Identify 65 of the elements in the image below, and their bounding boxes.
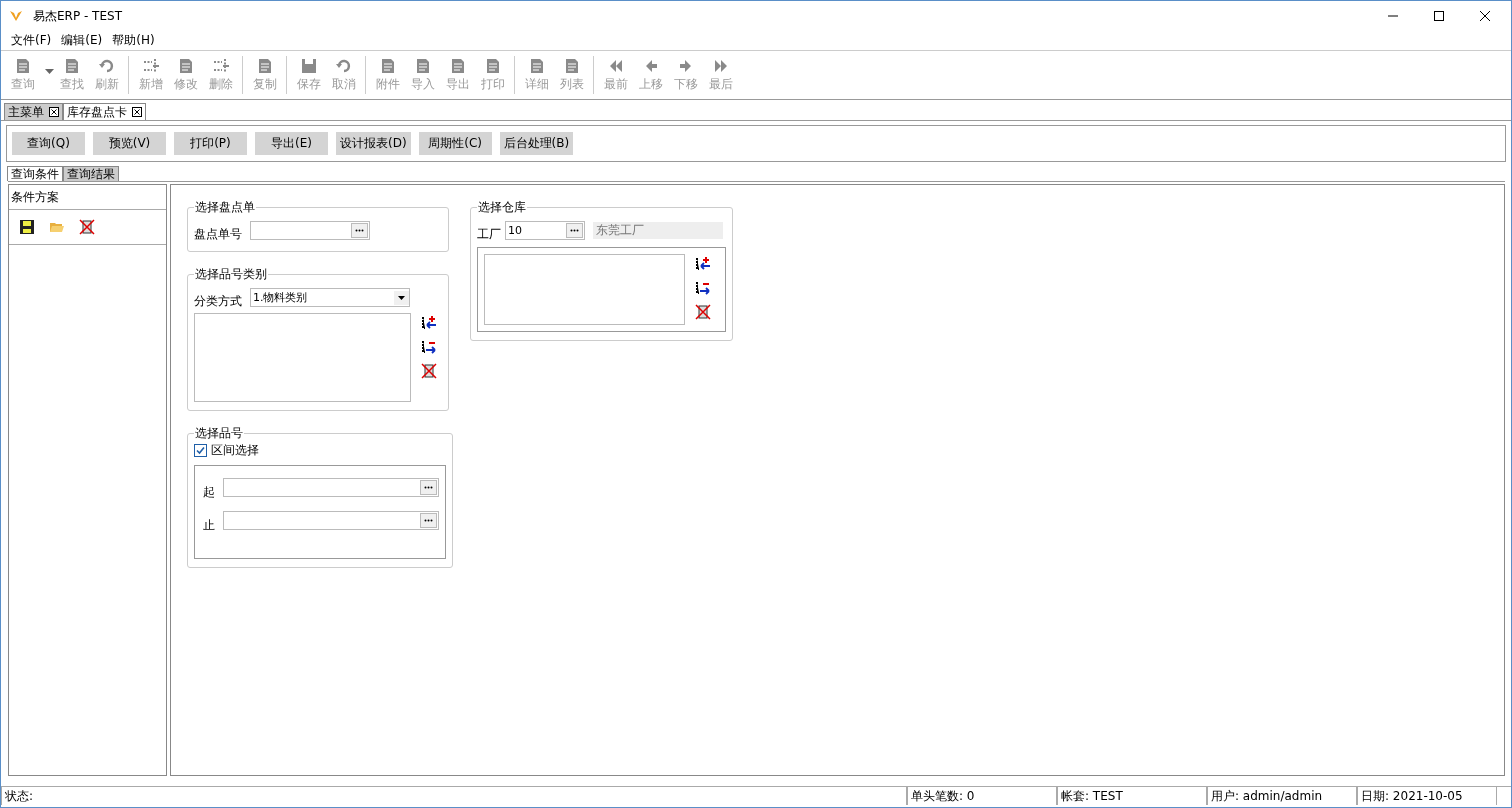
status-field: 状态: <box>1 787 907 805</box>
remove-from-list-icon[interactable] <box>695 280 711 296</box>
window-title: 易杰ERP - TEST <box>33 7 122 25</box>
action-button[interactable]: 查询(Q) <box>12 132 85 155</box>
field-label: 止 <box>203 517 215 534</box>
query-tab[interactable]: 查询条件 <box>7 166 63 181</box>
field-label: 分类方式 <box>194 293 242 310</box>
menu-item[interactable]: 帮助(H) <box>112 32 155 49</box>
action-button[interactable]: 周期性(C) <box>418 132 492 155</box>
group-title: 选择品号 <box>194 425 244 442</box>
add-icon <box>141 57 160 75</box>
add-to-list-icon[interactable] <box>421 315 437 331</box>
query-tab[interactable]: 查询结果 <box>63 166 119 181</box>
to-field[interactable] <box>223 511 439 530</box>
undo-icon <box>334 57 353 75</box>
add-to-list-icon[interactable] <box>695 256 711 272</box>
browse-button[interactable] <box>351 223 368 238</box>
status-field: 日期: 2021-10-05 <box>1357 787 1497 805</box>
factory-field[interactable]: 10 <box>505 221 585 240</box>
menu-item[interactable]: 编辑(E) <box>61 32 103 49</box>
clear-list-icon[interactable] <box>695 304 711 320</box>
field-label: 盘点单号 <box>194 226 242 243</box>
browse-button[interactable] <box>566 223 583 238</box>
document-tab[interactable]: 主菜单 <box>4 103 63 120</box>
dropdown-caret-icon[interactable] <box>394 290 409 305</box>
factory-name-field: 东莞工厂 <box>593 222 723 239</box>
close-icon[interactable] <box>1479 10 1491 22</box>
ellipsis-icon <box>424 486 433 489</box>
action-button[interactable]: 预览(V) <box>93 132 166 155</box>
save-icon <box>299 57 318 75</box>
browse-button[interactable] <box>420 480 437 495</box>
from-field[interactable] <box>223 478 439 497</box>
status-field: 用户: admin/admin <box>1207 787 1357 805</box>
document-tab[interactable]: 库存盘点卡 <box>63 103 146 120</box>
panel-title: 条件方案 <box>9 185 166 210</box>
ellipsis-icon <box>355 229 364 232</box>
status-field: 单头笔数: 0 <box>907 787 1057 805</box>
action-button[interactable]: 后台处理(B) <box>499 132 574 155</box>
ellipsis-icon <box>570 229 579 232</box>
maximize-icon[interactable] <box>1433 10 1445 22</box>
range-checkbox[interactable]: 区间选择 <box>194 442 446 459</box>
group-title: 选择品号类别 <box>194 266 268 283</box>
clear-list-icon[interactable] <box>421 363 437 379</box>
remove-from-list-icon[interactable] <box>421 339 437 355</box>
refresh-icon <box>97 57 116 75</box>
save-icon[interactable] <box>19 219 35 235</box>
field-label: 起 <box>203 484 215 501</box>
status-field: 帐套: TEST <box>1057 787 1207 805</box>
close-icon[interactable] <box>132 107 142 117</box>
ellipsis-icon <box>424 519 433 522</box>
delete-icon[interactable] <box>79 219 95 235</box>
dropdown-field[interactable]: 1.物料类别 <box>250 288 410 307</box>
menu-item[interactable]: 文件(F) <box>11 32 52 49</box>
checkmark-icon <box>195 445 206 456</box>
browse-button[interactable] <box>420 513 437 528</box>
count-sheet-field[interactable] <box>250 221 370 240</box>
group-title: 选择仓库 <box>477 199 527 216</box>
action-button[interactable]: 设计报表(D) <box>336 132 411 155</box>
group-title: 选择盘点单 <box>194 199 256 216</box>
close-icon[interactable] <box>49 107 59 117</box>
remove-icon <box>211 57 230 75</box>
logo-icon <box>9 9 23 23</box>
field-label: 工厂 <box>477 226 501 243</box>
action-button[interactable]: 导出(E) <box>255 132 328 155</box>
action-button[interactable]: 打印(P) <box>174 132 247 155</box>
